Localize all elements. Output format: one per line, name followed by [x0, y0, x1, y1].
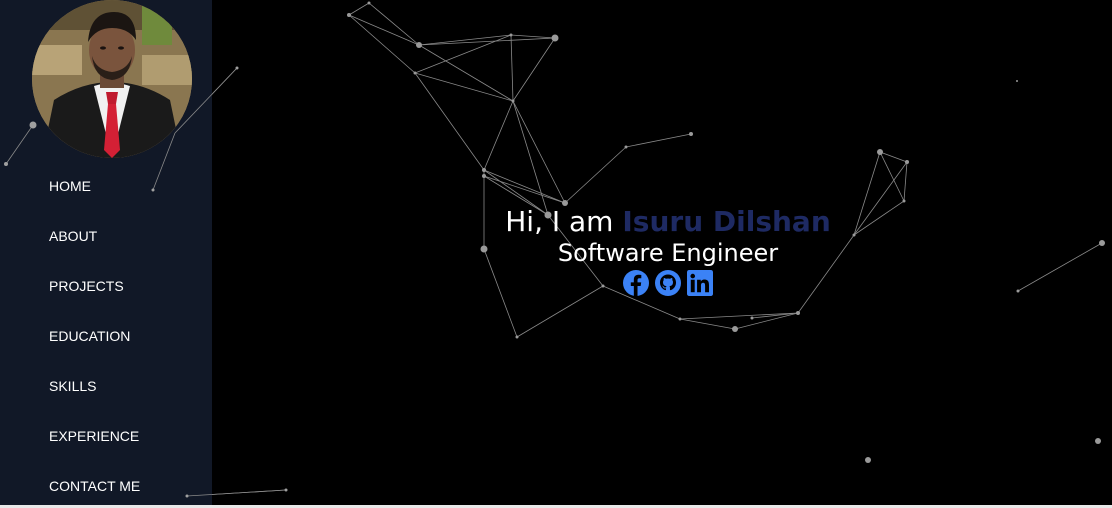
social-links	[412, 270, 924, 298]
nav-item-experience[interactable]: EXPERIENCE	[49, 426, 139, 446]
nav-item-education[interactable]: EDUCATION	[49, 326, 130, 346]
nav-item-skills[interactable]: SKILLS	[49, 376, 96, 396]
nav-item-projects[interactable]: PROJECTS	[49, 276, 124, 296]
profile-photo-icon	[32, 0, 192, 158]
app-root: HOME ABOUT PROJECTS EDUCATION SKILLS EXP…	[0, 0, 1112, 508]
hero-greeting: Hi, I am Isuru Dilshan	[412, 202, 924, 242]
github-icon[interactable]	[655, 270, 681, 296]
nav-item-home[interactable]: HOME	[49, 176, 91, 196]
facebook-icon[interactable]	[623, 270, 649, 296]
linkedin-icon[interactable]	[687, 270, 713, 296]
profile-avatar	[32, 0, 192, 158]
hero-role: Software Engineer	[557, 239, 779, 267]
nav-item-about[interactable]: ABOUT	[49, 226, 97, 246]
greeting-prefix: Hi, I am	[505, 205, 614, 238]
hero-name: Isuru Dilshan	[622, 205, 831, 238]
hero-section: Hi, I am Isuru Dilshan Software Engineer	[412, 202, 924, 298]
nav-item-contact-me[interactable]: CONTACT ME	[49, 476, 140, 496]
